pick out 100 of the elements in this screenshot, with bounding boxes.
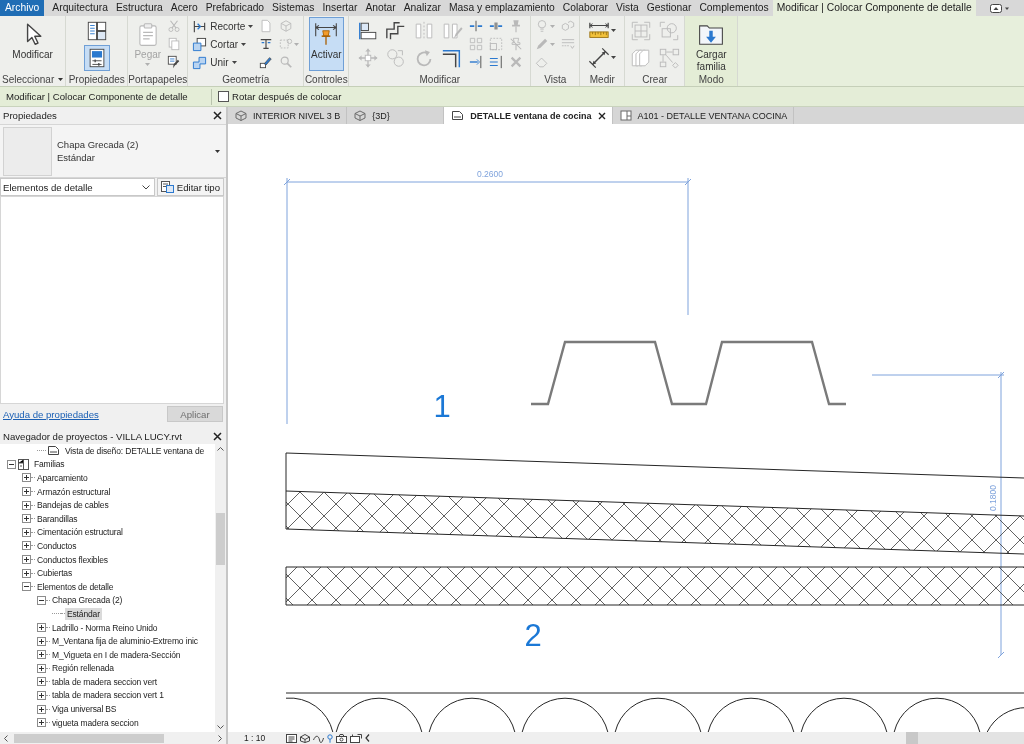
tree-item[interactable]: Armazón estructural — [35, 485, 113, 498]
panel-label: Controles — [304, 72, 348, 86]
detail-level-icon[interactable] — [286, 733, 298, 743]
tree-item[interactable]: Conductos flexibles — [35, 553, 110, 566]
join-button[interactable]: Unir — [190, 53, 256, 71]
caret-icon — [145, 63, 151, 66]
tree-item[interactable]: Ladrillo - Norma Reino Unido — [50, 621, 160, 634]
expand-icon[interactable] — [22, 555, 31, 565]
ribbon-minimize-icon[interactable] — [989, 3, 1010, 13]
tree-item[interactable]: Aparcamiento — [35, 472, 90, 484]
type-selector[interactable]: Chapa Grecada (2) Estándar — [0, 124, 226, 178]
tree-item[interactable]: Elementos de detalle — [35, 580, 116, 593]
checkbox[interactable] — [218, 91, 229, 102]
panel-label: Medir — [589, 72, 615, 86]
tree-item[interactable]: vigueta madera seccion — [50, 716, 141, 729]
delete-icon — [508, 55, 523, 69]
collapse-icon[interactable] — [37, 595, 46, 605]
camera-icon[interactable] — [336, 733, 348, 743]
ribbon-tab[interactable]: Prefabricado — [201, 0, 269, 16]
family-icon — [18, 458, 29, 470]
close-icon[interactable] — [213, 111, 222, 120]
tree-item[interactable]: Chapa Grecada (2) — [50, 594, 125, 607]
arrow-left-icon[interactable] — [4, 734, 8, 742]
chevron-left-icon[interactable] — [365, 734, 371, 742]
ribbon-tab[interactable]: Masa y emplazamiento — [444, 0, 559, 16]
crop-icon[interactable] — [350, 733, 363, 743]
tree-item[interactable]: tabla de madera seccion vert — [50, 675, 159, 688]
scale-label[interactable]: 1 : 10 — [244, 733, 266, 743]
expand-icon[interactable] — [37, 636, 46, 646]
type-properties-button[interactable] — [83, 44, 110, 71]
expand-icon[interactable] — [22, 487, 31, 497]
expand-icon[interactable] — [37, 718, 46, 728]
collapse-icon[interactable] — [7, 459, 16, 469]
ribbon-tab[interactable]: Estructura — [111, 0, 167, 16]
category-dropdown[interactable]: Elementos de detalle — [0, 178, 155, 196]
scale-icon — [488, 37, 503, 51]
ribbon-tab[interactable]: Complementos — [695, 0, 773, 16]
tree-item[interactable]: Región rellenada — [50, 662, 116, 675]
tree-item[interactable]: Barandillas — [35, 512, 80, 525]
ribbon-tab[interactable]: Acero — [166, 0, 202, 16]
cut-geometry-button[interactable]: Cortar — [190, 35, 256, 53]
close-icon[interactable] — [213, 432, 222, 441]
tree-item[interactable]: tabla de madera seccion vert 1 — [50, 689, 166, 702]
help-link[interactable]: Ayuda de propiedades — [3, 408, 99, 420]
ribbon-tab[interactable]: Colaborar — [558, 0, 613, 16]
expand-icon[interactable] — [22, 473, 31, 483]
tree-item[interactable]: Vista de diseño: DETALLE ventana de — [63, 444, 207, 457]
tree-item[interactable]: Conductos — [35, 539, 79, 552]
panel-title: Propiedades — [3, 110, 57, 121]
expand-icon[interactable] — [37, 663, 46, 673]
tree-item[interactable]: Viga universal BS — [50, 703, 119, 716]
expand-icon[interactable] — [22, 541, 31, 551]
unpin-icon — [508, 37, 523, 51]
edit-type-button[interactable]: Editar tipo — [156, 178, 224, 196]
ribbon-tab[interactable]: Arquitectura — [48, 0, 112, 16]
ribbon-tab[interactable]: Insertar — [318, 0, 362, 16]
cope-button[interactable]: Recorte — [190, 17, 256, 35]
horizontal-scrollbar[interactable] — [906, 732, 1024, 744]
ribbon-tab[interactable]: Anotar — [361, 0, 400, 16]
cube-icon[interactable] — [300, 733, 311, 743]
ribbon-tab[interactable]: Gestionar — [642, 0, 696, 16]
arrow-down-icon[interactable] — [217, 725, 224, 729]
tree-item[interactable]: Estándar — [65, 607, 102, 620]
expand-icon[interactable] — [37, 623, 46, 632]
arrow-right-icon[interactable] — [218, 734, 222, 742]
tree-item[interactable]: M_Ventana fija de aluminio-Extremo inic — [50, 635, 200, 648]
expand-icon[interactable] — [22, 527, 31, 537]
tree-item[interactable]: M_Vigueta en I de madera-Sección — [50, 648, 183, 661]
modify-button[interactable]: Modificar — [10, 17, 55, 71]
collapse-icon[interactable] — [22, 582, 31, 592]
ribbon-tab[interactable]: Vista — [612, 0, 643, 16]
ribbon-tab[interactable]: Modificar | Colocar Componente de detalle — [772, 0, 976, 16]
tree-item[interactable]: Cubiertas — [35, 567, 75, 580]
curve-icon[interactable] — [313, 733, 325, 743]
ribbon-tab[interactable]: Sistemas — [268, 0, 319, 16]
match-brush-icon — [167, 55, 182, 69]
tree-item[interactable]: Bandejas de cables — [35, 499, 111, 512]
expand-icon[interactable] — [37, 677, 46, 687]
close-icon[interactable] — [597, 111, 606, 120]
expand-icon[interactable] — [22, 500, 31, 510]
scrollbar-thumb[interactable] — [216, 513, 225, 565]
view-tab[interactable]: DETALLE ventana de cocina — [444, 107, 613, 124]
tree-item[interactable]: Cimentación estructural — [35, 526, 125, 539]
expand-icon[interactable] — [37, 650, 46, 660]
load-family-button[interactable]: Cargar familia — [687, 17, 736, 71]
expand-icon[interactable] — [22, 514, 31, 524]
arrow-up-icon[interactable] — [217, 447, 224, 451]
scrollbar-thumb[interactable] — [14, 733, 164, 743]
ribbon-tab[interactable]: Archivo — [0, 0, 45, 16]
scrollbar-thumb[interactable] — [906, 732, 918, 744]
panel-menu-button[interactable]: Seleccionar — [0, 72, 66, 86]
expand-icon[interactable] — [37, 704, 46, 714]
checkbox-label[interactable]: Rotar después de colocar — [232, 91, 342, 102]
activate-button[interactable]: Activar — [309, 17, 344, 71]
tree-item[interactable]: Familias — [32, 458, 67, 471]
expand-icon[interactable] — [22, 568, 31, 578]
pin-icon[interactable] — [327, 733, 334, 743]
group-icon — [657, 19, 680, 42]
expand-icon[interactable] — [37, 691, 46, 700]
ribbon-tab[interactable]: Analizar — [399, 0, 445, 16]
